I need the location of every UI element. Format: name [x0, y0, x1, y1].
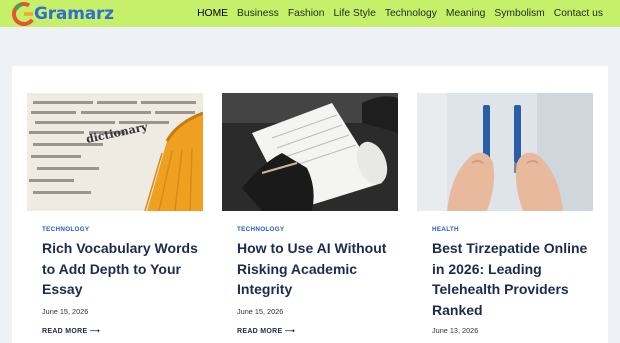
post-thumbnail[interactable]: dictionary — [27, 93, 203, 211]
post-category[interactable]: TECHNOLOGY — [237, 226, 284, 233]
read-more-link[interactable]: READ MORE ⟶ — [42, 327, 100, 335]
read-more-label: READ MORE — [237, 328, 283, 335]
post-card — [222, 93, 398, 211]
post-category[interactable]: TECHNOLOGY — [42, 226, 89, 233]
nav-contact-us[interactable]: Contact us — [554, 8, 603, 19]
site-logo[interactable]: Gramarz — [12, 2, 114, 26]
post-date: June 15, 2026 — [237, 307, 284, 316]
logo-g-icon — [12, 2, 36, 26]
read-more-label: READ MORE — [42, 328, 88, 335]
post-title[interactable]: Best Tirzepatide Online in 2026: Leading… — [432, 238, 602, 320]
nav-life-style[interactable]: Life Style — [333, 8, 375, 19]
post-date: June 13, 2026 — [432, 326, 479, 335]
post-title[interactable]: Rich Vocabulary Words to Add Depth to Yo… — [42, 238, 212, 300]
arrow-right-icon: ⟶ — [284, 328, 296, 335]
post-thumbnail[interactable] — [222, 93, 398, 211]
post-category[interactable]: HEALTH — [432, 226, 459, 233]
post-date: June 15, 2026 — [42, 307, 89, 316]
main-nav: HOME Business Fashion Life Style Technol… — [197, 0, 603, 27]
nav-technology[interactable]: Technology — [385, 8, 437, 19]
nav-symbolism[interactable]: Symbolism — [494, 8, 544, 19]
arrow-right-icon: ⟶ — [89, 328, 101, 335]
post-title[interactable]: How to Use AI Without Risking Academic I… — [237, 238, 407, 300]
site-name: Gramarz — [34, 4, 114, 24]
read-more-link[interactable]: READ MORE ⟶ — [237, 327, 295, 335]
post-thumbnail[interactable] — [417, 93, 593, 211]
nav-fashion[interactable]: Fashion — [288, 8, 325, 19]
nav-meaning[interactable]: Meaning — [446, 8, 486, 19]
nav-home[interactable]: HOME — [197, 8, 228, 19]
nav-business[interactable]: Business — [237, 8, 279, 19]
site-header: Gramarz HOME Business Fashion Life Style… — [0, 0, 620, 27]
post-card: dictionary — [27, 93, 203, 211]
post-card — [417, 93, 593, 211]
